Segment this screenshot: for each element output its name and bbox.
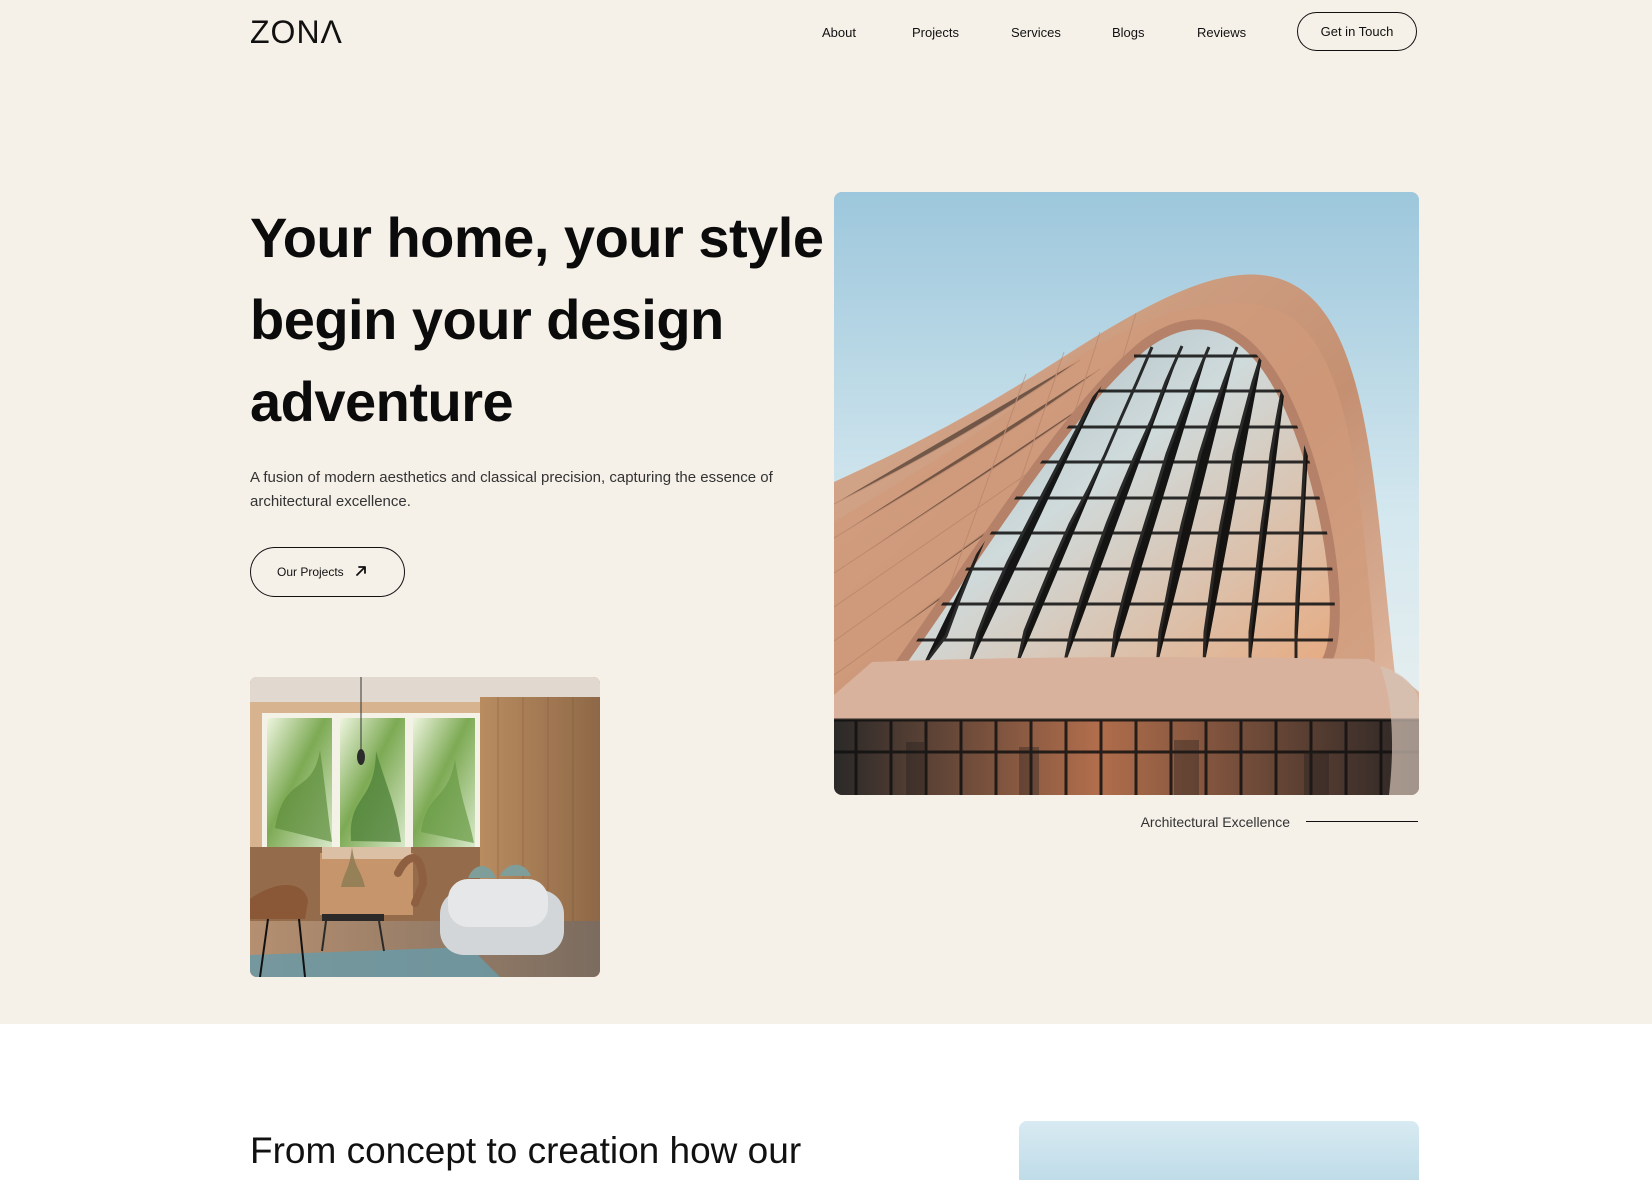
hero-title-line: begin your design [250, 288, 724, 351]
our-projects-label: Our Projects [277, 565, 344, 579]
navbar: ZONΛ About Projects Services Blogs Revie… [250, 0, 1418, 66]
our-projects-button[interactable]: Our Projects [250, 547, 405, 597]
hero-title-line: Your home, your style [250, 206, 824, 269]
nav-services-link[interactable]: Services [1011, 24, 1061, 42]
nav-blogs-link[interactable]: Blogs [1112, 24, 1145, 42]
section-preview-image [1019, 1121, 1419, 1180]
get-in-touch-button[interactable]: Get in Touch [1297, 12, 1417, 51]
nav-projects-link[interactable]: Projects [912, 24, 959, 42]
interior-office-image [250, 677, 600, 977]
image-caption: Architectural Excellence [1100, 812, 1418, 832]
architecture-building-image [834, 192, 1419, 795]
caption-divider [1306, 821, 1418, 822]
hero-title-line: adventure [250, 370, 514, 433]
hero-section: ZONΛ About Projects Services Blogs Revie… [0, 0, 1652, 1024]
logo[interactable]: ZONΛ [250, 16, 343, 48]
caption-text: Architectural Excellence [1140, 814, 1290, 830]
nav-about-link[interactable]: About [822, 24, 856, 42]
section-title: From concept to creation how our [250, 1130, 802, 1171]
hero-title: Your home, your style begin your design … [250, 197, 830, 443]
arrow-up-right-icon [354, 564, 368, 578]
hero-description: A fusion of modern aesthetics and classi… [250, 469, 773, 510]
nav-reviews-link[interactable]: Reviews [1197, 24, 1246, 42]
